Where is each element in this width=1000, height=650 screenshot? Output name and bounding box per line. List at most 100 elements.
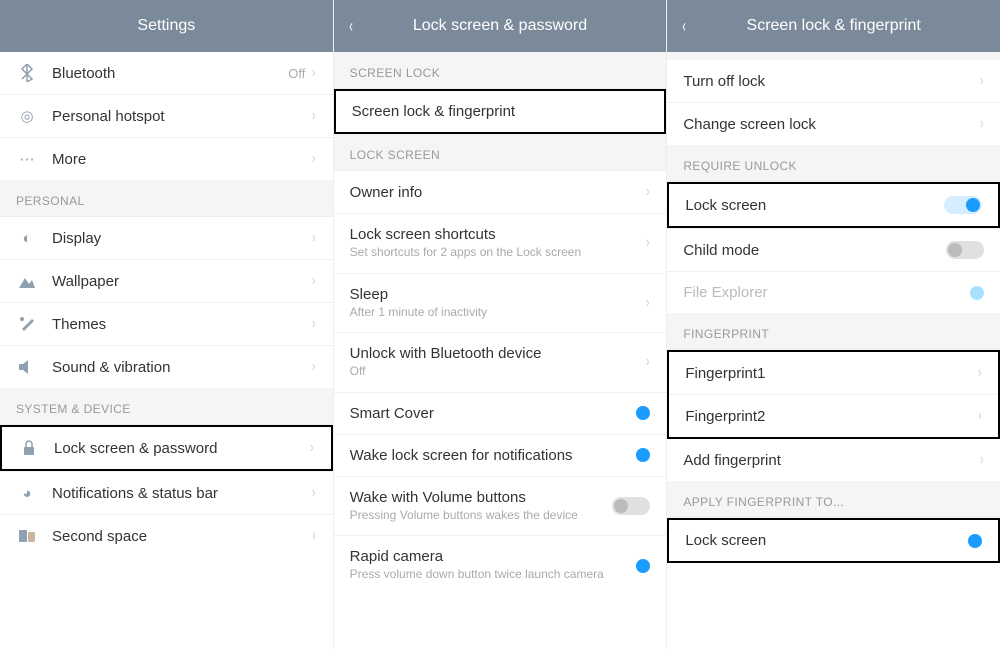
wallpaper-row[interactable]: Wallpaper › [0,259,333,302]
sound-row[interactable]: Sound & vibration › [0,345,333,388]
settings-header: Settings [0,0,333,52]
chevron-right-icon: › [978,364,981,382]
turn-off-lock-label: Turn off lock [683,73,978,90]
chevron-right-icon: › [312,272,315,290]
chevron-right-icon: › [312,527,315,545]
settings-scroll[interactable]: Bluetooth Off › ◎ Personal hotspot › ⋯ M… [0,52,333,650]
lock-screen-password-panel: ‹ Lock screen & password SCREEN LOCK Scr… [334,0,668,650]
fingerprint-panel: ‹ Screen lock & fingerprint Turn off loc… [667,0,1000,650]
apply-fingerprint-section-header: APPLY FINGERPRINT TO... [667,481,1000,518]
require-lock-screen-toggle[interactable] [944,196,982,214]
second-space-row[interactable]: Second space › [0,514,333,557]
more-label: More [52,151,311,168]
wake-vol-sub: Pressing Volume buttons wakes the device [350,508,613,524]
chevron-right-icon: › [312,358,315,376]
chevron-right-icon: › [312,484,315,502]
bluetooth-row[interactable]: Bluetooth Off › [0,52,333,94]
hotspot-label: Personal hotspot [52,108,311,125]
wallpaper-icon [16,274,38,288]
fp-scroll[interactable]: Turn off lock › Change screen lock › REQ… [667,52,1000,650]
wake-notif-row[interactable]: Wake lock screen for notifications [334,434,667,476]
chevron-right-icon: › [312,150,315,168]
second-space-icon [16,528,38,544]
chevron-right-icon: › [310,439,313,457]
fp-title: Screen lock & fingerprint [747,17,921,35]
hotspot-row[interactable]: ◎ Personal hotspot › [0,94,333,137]
turn-off-lock-row[interactable]: Turn off lock › [667,60,1000,102]
sound-label: Sound & vibration [52,359,311,376]
sleep-row[interactable]: Sleep After 1 minute of inactivity › [334,273,667,333]
screen-lock-fingerprint-row[interactable]: Screen lock & fingerprint [334,89,667,134]
require-lock-screen-row[interactable]: Lock screen [667,182,1000,228]
wake-vol-toggle[interactable] [612,497,650,515]
back-icon[interactable]: ‹ [349,16,353,37]
rapid-camera-sub: Press volume down button twice launch ca… [350,567,637,583]
require-lock-screen-label: Lock screen [685,197,944,214]
wake-vol-row[interactable]: Wake with Volume buttons Pressing Volume… [334,476,667,536]
fp-header: ‹ Screen lock & fingerprint [667,0,1000,52]
screen-lock-section-header: SCREEN LOCK [334,52,667,89]
child-mode-row[interactable]: Child mode [667,228,1000,271]
rapid-camera-toggle[interactable] [636,559,650,573]
child-mode-label: Child mode [683,242,946,259]
display-row[interactable]: ◐ Display › [0,217,333,259]
display-icon: ◐ [16,230,38,247]
back-icon[interactable]: ‹ [683,16,687,37]
rapid-camera-row[interactable]: Rapid camera Press volume down button tw… [334,535,667,595]
wake-notif-toggle[interactable] [636,448,650,462]
file-explorer-toggle [970,286,984,300]
bluetooth-label: Bluetooth [52,65,288,82]
notifications-icon: ◕ [16,485,38,502]
fingerprint1-row[interactable]: Fingerprint1 › [669,352,998,394]
bt-unlock-label: Unlock with Bluetooth device [350,345,645,362]
lockpw-title: Lock screen & password [413,17,587,35]
chevron-right-icon: › [980,72,983,90]
shortcuts-sub: Set shortcuts for 2 apps on the Lock scr… [350,245,645,261]
smart-cover-toggle[interactable] [636,406,650,420]
themes-label: Themes [52,316,311,333]
notifications-row[interactable]: ◕ Notifications & status bar › [0,471,333,514]
notifications-label: Notifications & status bar [52,485,311,502]
rapid-camera-label: Rapid camera [350,548,637,565]
more-row[interactable]: ⋯ More › [0,137,333,180]
file-explorer-row: File Explorer [667,271,1000,313]
fingerprint-list-box: Fingerprint1 › Fingerprint2 › [667,350,1000,439]
fingerprint1-label: Fingerprint1 [685,365,976,382]
add-fingerprint-row[interactable]: Add fingerprint › [667,439,1000,481]
lockpw-scroll[interactable]: SCREEN LOCK Screen lock & fingerprint LO… [334,52,667,650]
personal-section-header: PERSONAL [0,180,333,217]
lock-screen-password-row[interactable]: Lock screen & password › [0,425,333,471]
screen-lock-fingerprint-label: Screen lock & fingerprint [352,103,649,120]
chevron-right-icon: › [312,64,315,82]
bluetooth-icon [16,64,38,82]
sleep-sub: After 1 minute of inactivity [350,305,645,321]
owner-info-row[interactable]: Owner info › [334,171,667,213]
themes-row[interactable]: Themes › [0,302,333,345]
change-lock-row[interactable]: Change screen lock › [667,102,1000,145]
second-space-label: Second space [52,528,311,545]
fingerprint2-row[interactable]: Fingerprint2 › [669,394,998,437]
add-fingerprint-label: Add fingerprint [683,452,978,469]
chevron-right-icon: › [980,115,983,133]
apply-lock-screen-label: Lock screen [685,532,968,549]
shortcuts-label: Lock screen shortcuts [350,226,645,243]
lock-screen-password-label: Lock screen & password [54,440,309,457]
bt-unlock-row[interactable]: Unlock with Bluetooth device Off › [334,332,667,392]
bt-unlock-sub: Off [350,364,645,380]
chevron-right-icon: › [312,229,315,247]
child-mode-toggle[interactable] [946,241,984,259]
apply-lock-screen-row[interactable]: Lock screen [667,518,1000,563]
sound-icon [16,360,38,374]
smart-cover-row[interactable]: Smart Cover [334,392,667,434]
apply-lock-screen-toggle[interactable] [968,534,982,548]
chevron-right-icon: › [312,107,315,125]
settings-panel: Settings Bluetooth Off › ◎ Personal hots… [0,0,334,650]
more-icon: ⋯ [16,150,38,168]
wake-notif-label: Wake lock screen for notifications [350,447,637,464]
shortcuts-row[interactable]: Lock screen shortcuts Set shortcuts for … [334,213,667,273]
wallpaper-label: Wallpaper [52,273,311,290]
chevron-right-icon: › [646,183,649,201]
owner-info-label: Owner info [350,184,645,201]
lockpw-header: ‹ Lock screen & password [334,0,667,52]
require-unlock-section-header: REQUIRE UNLOCK [667,145,1000,182]
